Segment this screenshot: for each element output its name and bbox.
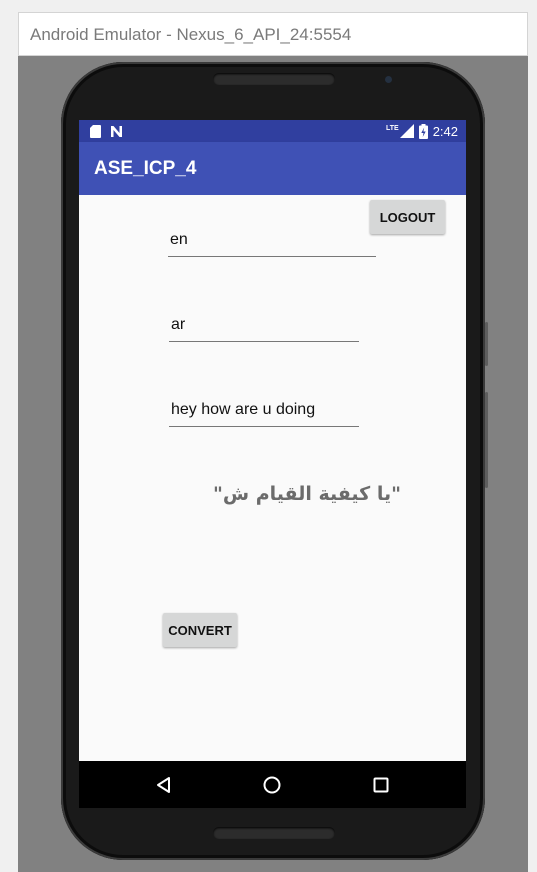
input-text-field[interactable]: hey how are u doing — [169, 401, 359, 427]
bottom-speaker — [213, 827, 335, 839]
signal-icon — [399, 124, 414, 138]
translation-result: "يا كيفية القيام ش" — [212, 483, 401, 505]
emulator-window-title: Android Emulator - Nexus_6_API_24:5554 — [18, 12, 528, 56]
source-language-field[interactable]: en — [168, 231, 376, 257]
back-icon[interactable] — [154, 775, 174, 795]
recents-icon[interactable] — [371, 775, 391, 795]
battery-icon — [418, 123, 428, 139]
logout-button[interactable]: LOGOUT — [370, 200, 445, 234]
convert-button[interactable]: CONVERT — [163, 613, 237, 647]
window-title-text: Android Emulator - Nexus_6_API_24:5554 — [30, 25, 352, 44]
device-screen: LTE 2:42 ASE_ICP_4 LOGOUT en ar hey how … — [79, 120, 466, 808]
app-title: ASE_ICP_4 — [94, 158, 197, 179]
volume-button[interactable] — [485, 392, 488, 488]
notification-n-icon — [111, 125, 122, 137]
home-icon[interactable] — [262, 775, 282, 795]
navigation-bar — [79, 761, 466, 808]
target-language-field[interactable]: ar — [169, 316, 359, 342]
sim-card-icon — [90, 124, 101, 138]
front-camera — [385, 76, 392, 83]
power-button[interactable] — [485, 322, 488, 366]
top-speaker — [213, 73, 335, 85]
status-time: 2:42 — [432, 123, 458, 139]
main-content: LOGOUT en ar hey how are u doing "يا كيف… — [79, 195, 466, 761]
app-bar: ASE_ICP_4 — [79, 142, 466, 195]
network-type-label: LTE — [385, 124, 399, 132]
status-bar: LTE 2:42 — [79, 120, 466, 142]
